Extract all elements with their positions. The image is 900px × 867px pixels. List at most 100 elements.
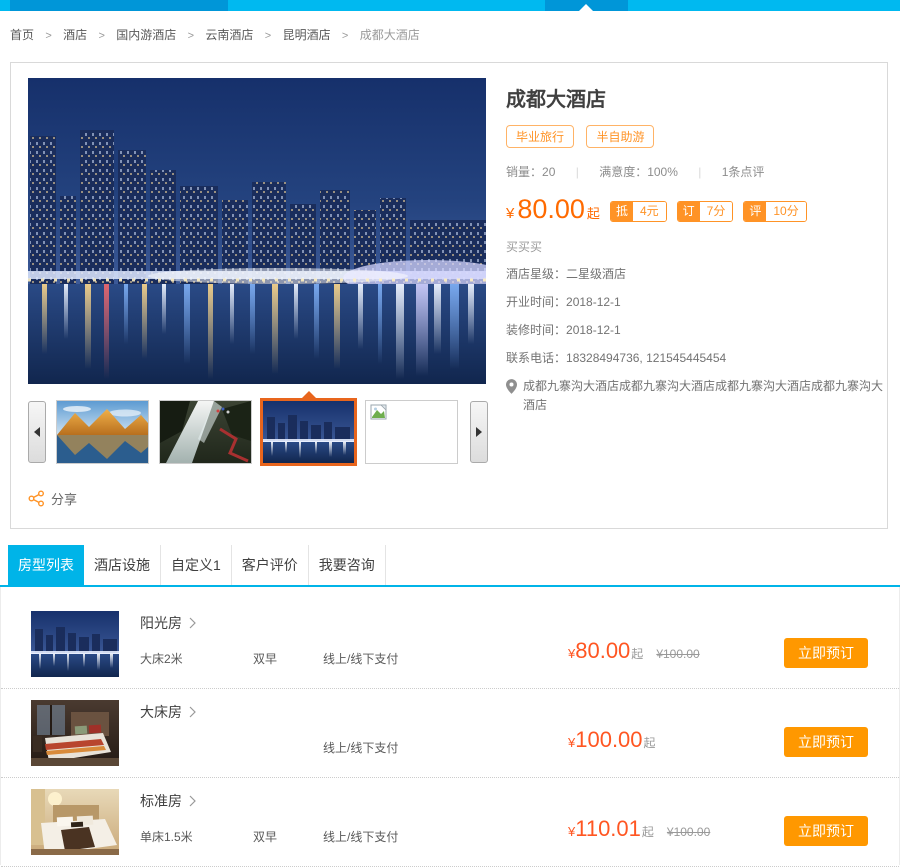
room-main: 大床房 线上/线下支付 xyxy=(140,700,568,756)
satisfaction-value: 100% xyxy=(647,165,678,179)
room-price: ¥ 80.00 起 ¥100.00 xyxy=(568,638,784,664)
page-title: 成都大酒店 xyxy=(506,83,888,112)
tab-room-list[interactable]: 房型列表 xyxy=(8,545,84,585)
room-list: 阳光房 大床2米 双早 线上/线下支付 ¥ 80.00 起 ¥100.00 立即… xyxy=(0,587,900,865)
review-points-badge: 评 10分 xyxy=(743,201,806,222)
hotel-info: 成都大酒店 毕业旅行 半自助游 销量：20 | 满意度：100% | 1条点评 … xyxy=(506,77,888,415)
chevron-right-icon xyxy=(189,795,196,807)
tab-facilities[interactable]: 酒店设施 xyxy=(84,545,161,585)
chevron-right-icon xyxy=(189,706,196,718)
detail-opening-date: 开业时间：2018-12-1 xyxy=(506,294,888,311)
hotel-tag: 半自助游 xyxy=(586,125,654,148)
room-price-currency: ¥ xyxy=(568,824,575,839)
room-price-amount: 80.00 xyxy=(575,638,630,664)
hotel-main-photo xyxy=(28,78,486,384)
room-name-link[interactable]: 阳光房 xyxy=(140,613,568,633)
share-button[interactable]: 分享 xyxy=(28,489,77,508)
detail-star-rating: 酒店星级：二星级酒店 xyxy=(506,266,888,283)
carousel-prev-button[interactable] xyxy=(28,401,46,463)
hotel-card: 成都大酒店 毕业旅行 半自助游 销量：20 | 满意度：100% | 1条点评 … xyxy=(10,62,888,529)
carousel-next-button[interactable] xyxy=(470,401,488,463)
room-breakfast xyxy=(253,739,323,756)
room-price: ¥ 100.00 起 xyxy=(568,727,784,753)
book-now-button[interactable]: 立即预订 xyxy=(784,638,868,668)
thumbnail-waterfall[interactable] xyxy=(159,400,252,464)
room-specs: 单床1.5米 双早 线上/线下支付 xyxy=(140,828,568,845)
thumbnail-city-night-selected[interactable] xyxy=(260,398,357,466)
book-now-button[interactable]: 立即预订 xyxy=(784,816,868,846)
room-price-currency: ¥ xyxy=(568,646,575,661)
room-payment: 线上/线下支付 xyxy=(323,828,398,845)
breadcrumb-separator: > xyxy=(188,30,194,42)
breadcrumb-separator: > xyxy=(99,30,105,42)
left-arrow-icon xyxy=(34,427,40,437)
hotel-details: 酒店星级：二星级酒店 开业时间：2018-12-1 装修时间：2018-12-1… xyxy=(506,266,888,367)
breadcrumb-home[interactable]: 首页 xyxy=(10,28,34,42)
price-row: ¥ 80.00 起 抵 4元 订 7分 评 10分 xyxy=(506,194,888,225)
price-suffix: 起 xyxy=(587,203,600,222)
room-photo xyxy=(31,700,119,766)
room-name: 阳光房 xyxy=(140,613,182,633)
thumbnail-broken-image[interactable] xyxy=(365,400,458,464)
room-price-currency: ¥ xyxy=(568,735,575,750)
breadcrumb-separator: > xyxy=(265,30,271,42)
navbar-hover-segment[interactable] xyxy=(545,0,628,11)
discount-badge: 抵 4元 xyxy=(610,201,667,222)
badge-key: 订 xyxy=(678,202,700,221)
breadcrumb-domestic[interactable]: 国内游酒店 xyxy=(116,28,176,42)
room-main: 标准房 单床1.5米 双早 线上/线下支付 xyxy=(140,789,568,845)
tab-bar: 房型列表 酒店设施 自定义1 客户评价 我要咨询 xyxy=(0,545,900,585)
room-price-suffix: 起 xyxy=(642,823,654,840)
tab-reviews[interactable]: 客户评价 xyxy=(232,545,309,585)
reviews-link[interactable]: 1条点评 xyxy=(722,165,765,179)
book-now-button[interactable]: 立即预订 xyxy=(784,727,868,757)
tab-custom[interactable]: 自定义1 xyxy=(161,545,232,585)
room-name: 标准房 xyxy=(140,791,182,811)
room-photo xyxy=(31,611,119,677)
breadcrumb-separator: > xyxy=(45,30,51,42)
detail-renovation-date: 装修时间：2018-12-1 xyxy=(506,322,888,339)
badge-value: 7分 xyxy=(700,202,733,221)
price-amount: 80.00 xyxy=(517,194,585,225)
room-old-price: ¥100.00 xyxy=(667,825,710,839)
tab-inquiry[interactable]: 我要咨询 xyxy=(309,545,386,585)
breadcrumb-hotel[interactable]: 酒店 xyxy=(63,28,87,42)
breadcrumb-current: 成都大酒店 xyxy=(360,28,420,42)
breadcrumb: 首页 > 酒店 > 国内游酒店 > 云南酒店 > 昆明酒店 > 成都大酒店 xyxy=(10,26,420,43)
price-currency: ¥ xyxy=(506,205,514,222)
badge-key: 评 xyxy=(744,202,766,221)
room-specs: 线上/线下支付 xyxy=(140,739,568,756)
room-bed: 大床2米 xyxy=(140,650,253,667)
navbar-active-segment[interactable] xyxy=(10,0,228,11)
room-row: 大床房 线上/线下支付 ¥ 100.00 起 立即预订 xyxy=(1,689,899,778)
room-payment: 线上/线下支付 xyxy=(323,739,398,756)
stats-separator: | xyxy=(698,165,701,179)
address-text: 成都九寨沟大酒店成都九寨沟大酒店成都九寨沟大酒店成都九寨沟大酒店 xyxy=(523,377,888,415)
breadcrumb-kunming[interactable]: 昆明酒店 xyxy=(283,28,331,42)
badge-value: 10分 xyxy=(766,202,805,221)
room-bed xyxy=(140,739,253,756)
hotel-tags: 毕业旅行 半自助游 xyxy=(506,125,888,148)
room-name-link[interactable]: 标准房 xyxy=(140,791,568,811)
hotel-detail-page: 首页 > 酒店 > 国内游酒店 > 云南酒店 > 昆明酒店 > 成都大酒店 xyxy=(0,0,900,865)
breadcrumb-yunnan[interactable]: 云南酒店 xyxy=(205,28,253,42)
room-row: 阳光房 大床2米 双早 线上/线下支付 ¥ 80.00 起 ¥100.00 立即… xyxy=(1,587,899,689)
hotel-tag: 毕业旅行 xyxy=(506,125,574,148)
sales-value: 20 xyxy=(542,165,555,179)
satisfaction-label: 满意度： xyxy=(599,165,647,179)
room-main: 阳光房 大床2米 双早 线上/线下支付 xyxy=(140,611,568,667)
chevron-right-icon xyxy=(189,617,196,629)
badge-value: 4元 xyxy=(633,202,666,221)
room-price-suffix: 起 xyxy=(631,645,643,662)
share-icon xyxy=(28,490,45,507)
promo-text: 买买买 xyxy=(506,238,888,255)
room-row: 标准房 单床1.5米 双早 线上/线下支付 ¥ 110.01 起 ¥100.00… xyxy=(1,778,899,867)
room-name-link[interactable]: 大床房 xyxy=(140,702,568,722)
room-breakfast: 双早 xyxy=(253,650,323,667)
room-specs: 大床2米 双早 线上/线下支付 xyxy=(140,650,568,667)
badge-key: 抵 xyxy=(611,202,633,221)
share-label: 分享 xyxy=(51,489,77,508)
location-pin-icon xyxy=(506,379,517,394)
thumbnail-mountain-lake[interactable] xyxy=(56,400,149,464)
selected-thumb-notch-icon xyxy=(302,391,316,398)
